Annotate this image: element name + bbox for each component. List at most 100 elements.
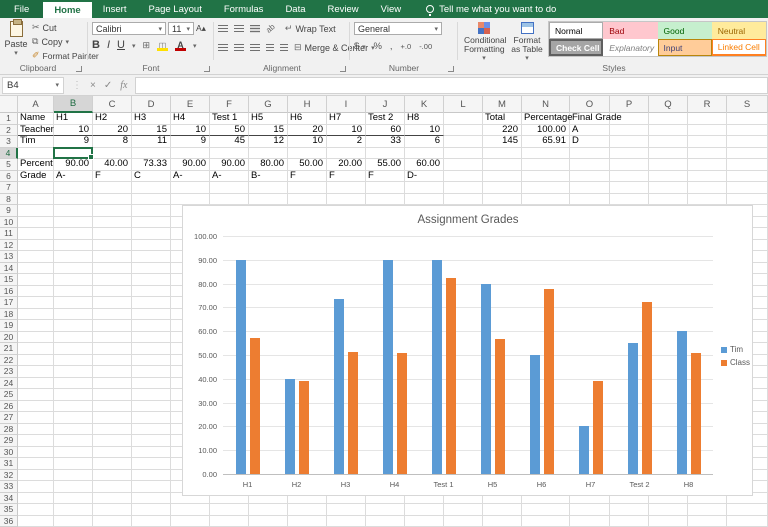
cell-A23[interactable] (18, 366, 54, 378)
style-input[interactable]: Input (658, 39, 712, 56)
cell-I3[interactable]: 2 (327, 136, 366, 148)
cell-N3[interactable]: 65.91 (522, 136, 570, 148)
cell-C29[interactable] (93, 435, 132, 447)
cell-B33[interactable] (54, 481, 93, 493)
copy-button[interactable]: ⧉ Copy ▾ (32, 36, 69, 47)
cell-E7[interactable] (171, 182, 210, 194)
cell-J35[interactable] (366, 504, 405, 516)
decrease-decimal-icon[interactable]: -.00 (419, 42, 432, 51)
bar-class-h5[interactable] (495, 339, 505, 474)
cell-R36[interactable] (688, 516, 727, 527)
cell-D21[interactable] (132, 343, 171, 355)
bar-class-h3[interactable] (348, 352, 358, 474)
cell-D8[interactable] (132, 194, 171, 206)
row-header-10[interactable]: 10 (0, 217, 18, 229)
tab-view[interactable]: View (370, 0, 412, 18)
column-header-A[interactable]: A (18, 96, 54, 113)
cell-S8[interactable] (727, 194, 768, 206)
bold-button[interactable]: B (92, 41, 100, 50)
cell-H5[interactable]: 50.00 (288, 159, 327, 171)
enter-icon[interactable]: ✓ (104, 80, 112, 91)
cell-P3[interactable] (610, 136, 649, 148)
cancel-icon[interactable]: × (90, 80, 96, 91)
cell-J6[interactable]: F (366, 171, 405, 183)
cell-B10[interactable] (54, 217, 93, 229)
cell-C32[interactable] (93, 470, 132, 482)
bar-class-h6[interactable] (544, 289, 554, 474)
cell-B8[interactable] (54, 194, 93, 206)
cell-Q2[interactable] (649, 125, 688, 137)
cell-D25[interactable] (132, 389, 171, 401)
cell-D24[interactable] (132, 378, 171, 390)
cell-B16[interactable] (54, 286, 93, 298)
cell-D17[interactable] (132, 297, 171, 309)
cell-N36[interactable] (522, 516, 570, 527)
number-format-select[interactable]: General▾ (354, 22, 442, 35)
style-check-cell[interactable]: Check Cell (549, 39, 603, 56)
font-family-select[interactable]: Calibri▾ (92, 22, 166, 35)
cell-A6[interactable]: Grade (18, 171, 54, 183)
cell-B20[interactable] (54, 332, 93, 344)
column-header-B[interactable]: B (54, 96, 93, 113)
column-header-R[interactable]: R (688, 96, 727, 113)
align-top-icon[interactable] (218, 25, 228, 33)
cell-I5[interactable]: 20.00 (327, 159, 366, 171)
cell-R3[interactable] (688, 136, 727, 148)
cell-B17[interactable] (54, 297, 93, 309)
cell-E3[interactable]: 9 (171, 136, 210, 148)
cell-N35[interactable] (522, 504, 570, 516)
cell-Q5[interactable] (649, 159, 688, 171)
tab-page-layout[interactable]: Page Layout (137, 0, 212, 18)
cell-F7[interactable] (210, 182, 249, 194)
cell-B30[interactable] (54, 447, 93, 459)
row-header-6[interactable]: 6 (0, 171, 18, 183)
cell-P2[interactable] (610, 125, 649, 137)
cut-button[interactable]: ✂ Cut (32, 22, 57, 33)
cell-D20[interactable] (132, 332, 171, 344)
cell-B32[interactable] (54, 470, 93, 482)
column-header-Q[interactable]: Q (649, 96, 688, 113)
cell-O35[interactable] (570, 504, 610, 516)
tab-formulas[interactable]: Formulas (213, 0, 275, 18)
row-header-26[interactable]: 26 (0, 401, 18, 413)
increase-indent-icon[interactable] (280, 44, 288, 52)
row-header-32[interactable]: 32 (0, 470, 18, 482)
cell-D3[interactable]: 11 (132, 136, 171, 148)
cell-G35[interactable] (249, 504, 288, 516)
bar-tim-h7[interactable] (579, 426, 589, 474)
cell-N8[interactable] (522, 194, 570, 206)
cell-A15[interactable] (18, 274, 54, 286)
cell-K36[interactable] (405, 516, 444, 527)
bar-tim-h8[interactable] (677, 331, 687, 474)
cell-D9[interactable] (132, 205, 171, 217)
row-header-1[interactable]: 1 (0, 113, 18, 125)
bar-class-test2[interactable] (642, 302, 652, 474)
cell-C6[interactable]: F (93, 171, 132, 183)
cell-Q6[interactable] (649, 171, 688, 183)
font-size-select[interactable]: 11▾ (168, 22, 194, 35)
cell-C8[interactable] (93, 194, 132, 206)
cell-B19[interactable] (54, 320, 93, 332)
cell-P5[interactable] (610, 159, 649, 171)
bar-class-h4[interactable] (397, 353, 407, 474)
cell-P7[interactable] (610, 182, 649, 194)
cell-H7[interactable] (288, 182, 327, 194)
column-header-E[interactable]: E (171, 96, 210, 113)
cell-I8[interactable] (327, 194, 366, 206)
bar-tim-h6[interactable] (530, 355, 540, 474)
cell-B23[interactable] (54, 366, 93, 378)
cell-B13[interactable] (54, 251, 93, 263)
cell-C30[interactable] (93, 447, 132, 459)
cell-K7[interactable] (405, 182, 444, 194)
row-header-15[interactable]: 15 (0, 274, 18, 286)
cell-G3[interactable]: 12 (249, 136, 288, 148)
cell-A12[interactable] (18, 240, 54, 252)
cell-C15[interactable] (93, 274, 132, 286)
cell-L7[interactable] (444, 182, 483, 194)
cell-B15[interactable] (54, 274, 93, 286)
cell-D29[interactable] (132, 435, 171, 447)
cell-H36[interactable] (288, 516, 327, 527)
cell-A25[interactable] (18, 389, 54, 401)
cell-A3[interactable]: Tim (18, 136, 54, 148)
row-header-25[interactable]: 25 (0, 389, 18, 401)
